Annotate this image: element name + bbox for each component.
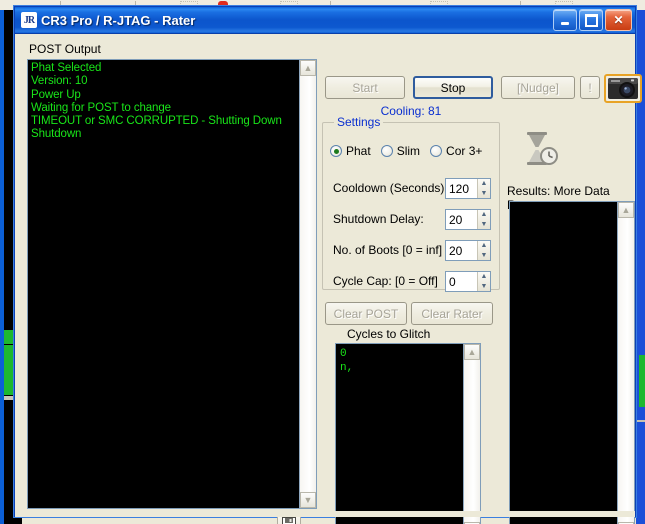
spin-down-icon[interactable]: ▼ <box>478 251 490 261</box>
no-of-boots-spin-buttons[interactable]: ▲ ▼ <box>477 241 490 260</box>
close-button[interactable]: ✕ <box>605 9 632 31</box>
floppy-disk-icon <box>282 517 296 524</box>
spin-up-icon[interactable]: ▲ <box>478 272 490 282</box>
settings-legend: Settings <box>334 115 384 129</box>
spin-down-icon[interactable]: ▼ <box>478 282 490 292</box>
shutdown-delay-input[interactable] <box>446 210 477 229</box>
results-scrollbar[interactable]: ▲ ▼ <box>617 202 634 524</box>
radio-unselected-icon <box>380 145 393 157</box>
cycles-to-glitch-textbox[interactable]: 0 n, ▲ ▼ <box>335 343 481 524</box>
spin-down-icon[interactable]: ▼ <box>478 189 490 199</box>
cycle-cap-spin-buttons[interactable]: ▲ ▼ <box>477 272 490 291</box>
shutdown-delay-spinner[interactable]: ▲ ▼ <box>445 209 491 230</box>
no-of-boots-spinner[interactable]: ▲ ▼ <box>445 240 491 261</box>
cycle-cap-spinner[interactable]: ▲ ▼ <box>445 271 491 292</box>
cooldown-spinner[interactable]: ▲ ▼ <box>445 178 491 199</box>
maximize-icon <box>584 13 598 27</box>
jr-app-icon: JR <box>21 12 37 28</box>
spin-down-icon[interactable]: ▼ <box>478 220 490 230</box>
title-bar[interactable]: JR CR3 Pro / R-JTAG - Rater ✕ <box>15 7 635 34</box>
cycles-to-glitch-label: Cycles to Glitch <box>347 327 431 341</box>
cooldown-input[interactable] <box>446 179 477 198</box>
spin-up-icon[interactable]: ▲ <box>478 179 490 189</box>
no-of-boots-input[interactable] <box>446 241 477 260</box>
radio-phat[interactable]: Phat <box>330 144 371 158</box>
status-strip <box>15 511 635 517</box>
post-output-textbox[interactable]: Phat Selected Version: 10 Power Up Waiti… <box>27 59 317 509</box>
spin-up-icon[interactable]: ▲ <box>478 241 490 251</box>
radio-unselected-icon <box>430 145 443 157</box>
post-output-text: Phat Selected Version: 10 Power Up Waiti… <box>31 62 282 141</box>
shutdown-delay-spin-buttons[interactable]: ▲ ▼ <box>477 210 490 229</box>
radio-phat-label: Phat <box>346 144 371 158</box>
camera-capture-button[interactable] <box>604 74 642 103</box>
clear-post-button[interactable]: Clear POST <box>325 302 407 325</box>
background-window-left-border <box>0 10 4 524</box>
cycles-scrollbar[interactable]: ▲ ▼ <box>463 344 480 524</box>
shutdown-delay-label: Shutdown Delay: <box>333 212 424 226</box>
clear-rater-button[interactable]: Clear Rater <box>411 302 493 325</box>
maximize-button[interactable] <box>579 9 603 31</box>
cycles-to-glitch-text: 0 n, <box>340 348 354 374</box>
window-title: CR3 Pro / R-JTAG - Rater <box>41 12 196 28</box>
cooldown-spin-buttons[interactable]: ▲ ▼ <box>477 179 490 198</box>
scroll-up-icon[interactable]: ▲ <box>464 344 480 360</box>
hourglass-clock-icon <box>527 132 558 165</box>
console-type-radio-group: Phat Slim Cor 3+ <box>330 144 502 158</box>
minimize-icon <box>561 21 569 25</box>
alert-button[interactable]: ! <box>580 76 600 99</box>
nudge-button[interactable]: [Nudge] <box>501 76 575 99</box>
stop-button[interactable]: Stop <box>413 76 493 99</box>
window-client-area: POST Output Phat Selected Version: 10 Po… <box>15 34 642 524</box>
camera-icon <box>608 78 638 99</box>
cycle-cap-label: Cycle Cap: [0 = Off] <box>333 274 438 288</box>
background-window-right-green-bar <box>639 355 645 407</box>
cycle-cap-input[interactable] <box>446 272 477 291</box>
post-output-label: POST Output <box>29 42 101 56</box>
start-button[interactable]: Start <box>325 76 405 99</box>
close-icon: ✕ <box>613 13 624 27</box>
minimize-button[interactable] <box>553 9 577 31</box>
results-textbox[interactable]: ▲ ▼ <box>509 201 635 524</box>
radio-cor3plus[interactable]: Cor 3+ <box>430 144 482 158</box>
scroll-up-icon[interactable]: ▲ <box>300 60 316 76</box>
no-of-boots-label: No. of Boots [0 = inf] <box>333 243 443 257</box>
spin-up-icon[interactable]: ▲ <box>478 210 490 220</box>
post-output-scrollbar[interactable]: ▲ ▼ <box>299 60 316 508</box>
main-window: JR CR3 Pro / R-JTAG - Rater ✕ POST Outpu… <box>14 6 642 524</box>
scroll-down-icon[interactable]: ▼ <box>300 492 316 508</box>
radio-cor3plus-label: Cor 3+ <box>446 144 483 158</box>
scroll-up-icon[interactable]: ▲ <box>618 202 634 218</box>
radio-slim-label: Slim <box>396 144 421 158</box>
radio-slim[interactable]: Slim <box>380 144 421 158</box>
cooldown-label: Cooldown (Seconds) <box>333 181 445 195</box>
radio-selected-icon <box>330 145 342 157</box>
